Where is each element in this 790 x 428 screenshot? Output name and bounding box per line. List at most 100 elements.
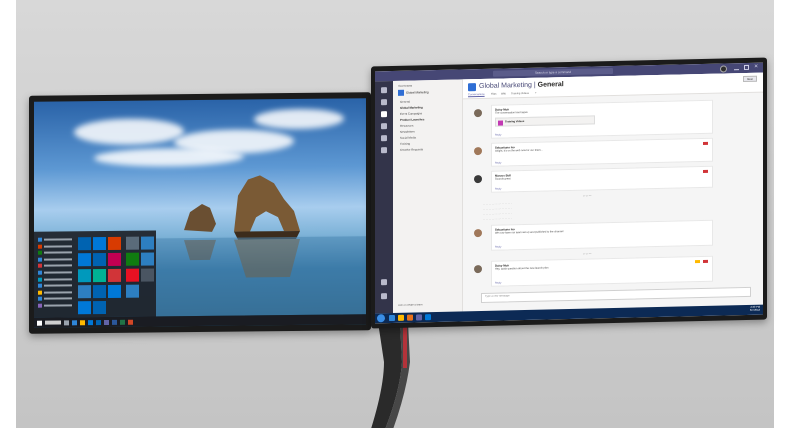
powerpoint-taskbar-icon[interactable] <box>128 319 133 325</box>
channel-item[interactable]: Newsletters <box>400 130 415 134</box>
tab-training-videos[interactable]: Training Videos <box>511 92 529 95</box>
channel-item[interactable]: Social Media <box>400 135 416 139</box>
reply-link[interactable]: Reply <box>495 246 501 249</box>
channel-item[interactable]: General <box>400 100 410 104</box>
windows-desktop <box>34 98 366 328</box>
channel-team-icon <box>468 83 476 92</box>
reply-link[interactable]: Reply <box>495 134 501 137</box>
team-name[interactable]: Global Marketing <box>406 90 429 95</box>
search-icon[interactable] <box>45 320 61 325</box>
channel-item[interactable]: Product Launches <box>400 117 424 122</box>
create-team-link[interactable]: Join or create a team <box>398 303 422 307</box>
ie-icon[interactable] <box>389 314 395 322</box>
monitor-stand <box>371 322 410 428</box>
add-tab-button[interactable]: + <box>535 92 537 95</box>
mail-icon[interactable] <box>96 319 101 325</box>
teams-taskbar-icon[interactable] <box>104 319 109 325</box>
reply-link[interactable]: Reply <box>495 282 501 285</box>
word-taskbar-icon[interactable] <box>112 319 117 325</box>
avatar <box>474 108 482 118</box>
tile-calendar[interactable] <box>78 237 91 251</box>
tile-games[interactable] <box>108 284 121 298</box>
tab-conversations[interactable]: Conversations <box>468 93 485 96</box>
tile-teams[interactable] <box>78 301 91 315</box>
avatar <box>474 228 482 238</box>
post-text: Hey, quick question about the new launch… <box>495 266 549 271</box>
file-explorer-icon[interactable] <box>398 314 404 321</box>
minimize-icon[interactable] <box>734 65 739 71</box>
file-explorer-icon[interactable] <box>80 319 85 325</box>
tile-photos[interactable] <box>126 236 139 250</box>
heart-reaction-icon[interactable] <box>703 259 708 263</box>
tab-wiki[interactable]: Wiki <box>501 92 506 95</box>
tile-onedrive[interactable] <box>93 300 106 315</box>
message-post: Daisy Muir The conversation has begun Tr… <box>474 99 713 139</box>
tile-office[interactable] <box>108 236 121 250</box>
excel-taskbar-icon[interactable] <box>120 319 125 325</box>
left-monitor <box>29 92 371 334</box>
activity-icon[interactable] <box>381 87 387 94</box>
tile-settings[interactable] <box>126 284 139 298</box>
heart-reaction-icon[interactable] <box>703 169 708 173</box>
attachment-card[interactable]: Training Videos <box>495 115 595 127</box>
profile-avatar[interactable] <box>720 64 727 73</box>
tile-skype[interactable] <box>93 268 106 283</box>
tile-camera[interactable] <box>93 284 106 299</box>
outlook-taskbar-icon[interactable] <box>425 314 431 321</box>
teams-window: Search or type a command ✕ Your teams Gl… <box>375 62 763 324</box>
calls-icon[interactable] <box>381 135 387 142</box>
close-icon[interactable]: ✕ <box>754 64 759 70</box>
like-reaction-icon[interactable] <box>695 260 700 264</box>
tile-maps[interactable] <box>78 269 91 283</box>
teams-icon[interactable] <box>381 111 387 118</box>
channel-item[interactable]: Creative Requests <box>400 147 423 152</box>
files-icon[interactable] <box>381 147 387 154</box>
start-menu-app-list <box>38 237 72 310</box>
tile-movies[interactable] <box>141 252 154 266</box>
store-icon[interactable] <box>381 279 387 286</box>
system-message: · · · · · · · · · · · · · · · · · · · · <box>483 212 512 216</box>
store-icon[interactable] <box>88 319 93 325</box>
tile-news[interactable] <box>108 252 121 266</box>
tile-xbox[interactable] <box>126 252 139 266</box>
channel-item[interactable]: Event Campaigns <box>400 111 422 116</box>
tab-files[interactable]: Files <box>491 93 496 96</box>
channel-item[interactable]: Resources <box>400 124 413 128</box>
avatar <box>474 174 482 184</box>
meet-button[interactable]: Meet <box>743 75 757 83</box>
tile-weather[interactable] <box>141 236 154 250</box>
system-message: · · · · · · · · · · · · · · · · · · · · <box>483 207 512 211</box>
start-icon[interactable] <box>37 320 42 326</box>
date-separator: — — — <box>583 252 592 256</box>
edge-icon[interactable] <box>72 319 77 325</box>
meetings-icon[interactable] <box>381 123 387 130</box>
maximize-icon[interactable] <box>744 64 749 71</box>
channel-item[interactable]: Global Marketing <box>400 105 423 110</box>
task-view-icon[interactable] <box>64 319 69 325</box>
tile-edge[interactable] <box>78 253 91 267</box>
start-icon[interactable] <box>377 314 385 323</box>
attachment-icon <box>498 119 503 126</box>
tile-people[interactable] <box>78 285 91 299</box>
tile-mail[interactable] <box>93 236 106 251</box>
tile-photos-2[interactable] <box>141 268 154 282</box>
teams-taskbar-icon[interactable] <box>416 314 422 321</box>
reply-link[interactable]: Reply <box>495 162 501 165</box>
channel-item[interactable]: Training <box>400 142 410 146</box>
tile-store[interactable] <box>93 252 106 267</box>
photo-scene: Search or type a command ✕ Your teams Gl… <box>0 0 790 428</box>
heart-reaction-icon[interactable] <box>703 141 708 145</box>
teams-app-rail <box>375 80 393 314</box>
tile-onenote[interactable] <box>108 268 121 282</box>
channel-title: Global Marketing | General <box>479 81 564 91</box>
date-separator: — — — <box>583 194 592 198</box>
chat-icon[interactable] <box>381 99 387 106</box>
compose-message-input[interactable]: Type a new message <box>481 286 751 303</box>
left-taskbar <box>34 314 366 328</box>
system-message: · · · · · · · · · · · · · · · · · · · · <box>483 202 512 206</box>
tile-groove[interactable] <box>126 268 139 282</box>
reply-link[interactable]: Reply <box>495 188 501 191</box>
feedback-icon[interactable] <box>381 293 387 300</box>
post-text: We now have our team set up and publishe… <box>495 230 564 235</box>
media-player-icon[interactable] <box>407 314 413 321</box>
